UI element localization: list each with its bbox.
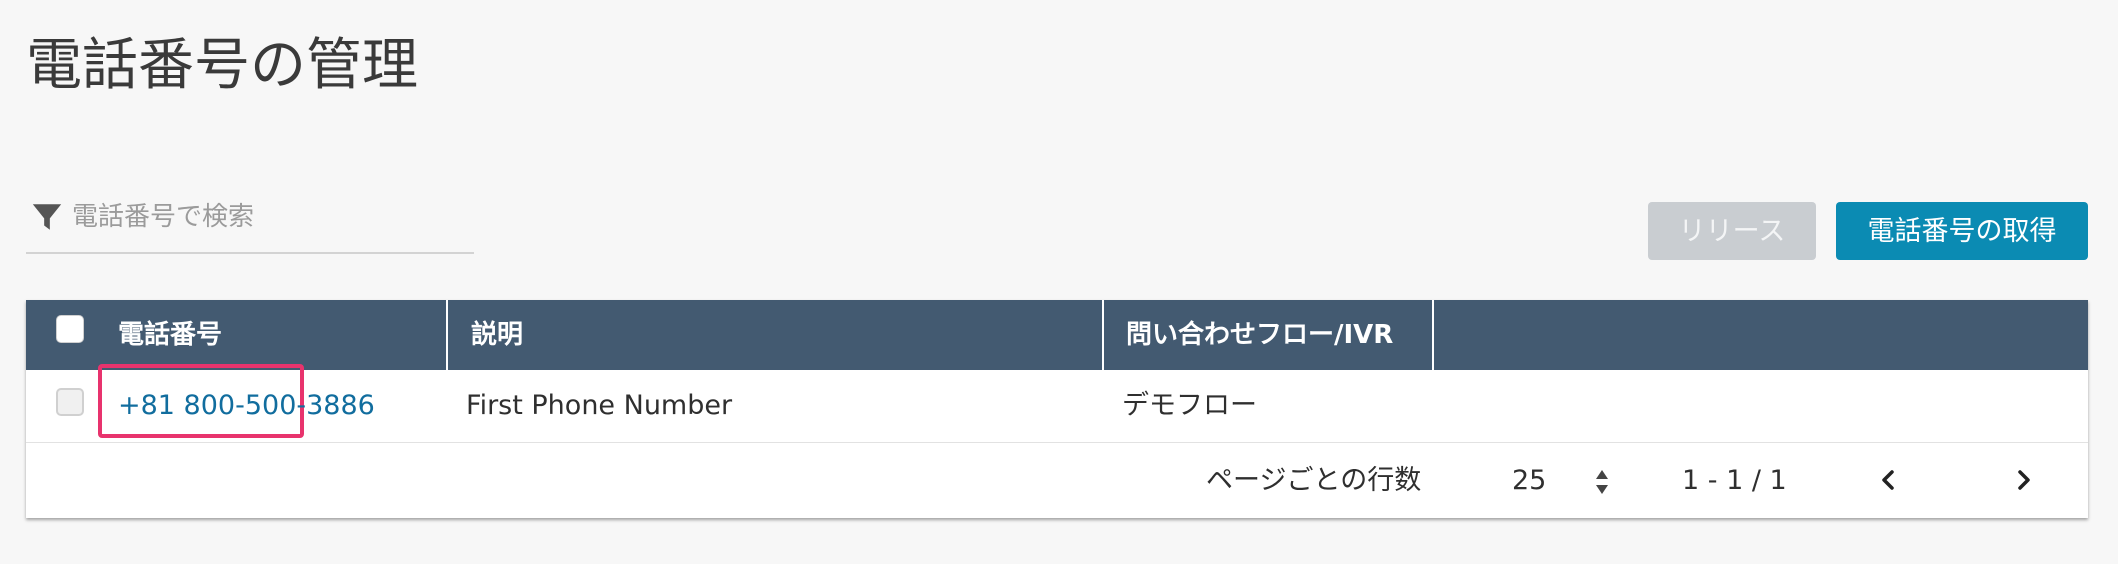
rows-per-page-select[interactable]: 25 — [1512, 443, 1546, 518]
column-divider — [446, 300, 448, 370]
column-divider — [1432, 300, 1434, 370]
select-arrows-icon[interactable] — [1594, 467, 1610, 497]
chevron-left-icon[interactable] — [1874, 465, 1904, 495]
search-input[interactable] — [72, 192, 462, 242]
filter-icon — [32, 204, 62, 230]
table-row: +81 800-500-3886 First Phone Number デモフロ… — [26, 364, 2088, 443]
row-checkbox[interactable] — [56, 388, 84, 416]
phone-number-link[interactable]: +81 800-500-3886 — [118, 390, 375, 421]
rows-per-page-label: ページごとの行数 — [1206, 465, 1422, 496]
select-all-checkbox[interactable] — [56, 315, 84, 343]
column-header-phone[interactable]: 電話番号 — [118, 300, 222, 370]
search-bar — [26, 192, 474, 254]
release-button[interactable]: リリース — [1648, 202, 1816, 260]
column-divider — [1102, 300, 1104, 370]
table-header: 電話番号 説明 問い合わせフロー/IVR — [26, 300, 2088, 370]
pagination-range: 1 - 1 / 1 — [1682, 465, 1787, 496]
phone-numbers-table: 電話番号 説明 問い合わせフロー/IVR +81 800-500-3886 Fi… — [26, 300, 2088, 518]
table-pagination: ページごとの行数 25 1 - 1 / 1 — [26, 443, 2088, 518]
claim-number-button[interactable]: 電話番号の取得 — [1836, 202, 2088, 260]
column-header-flow[interactable]: 問い合わせフロー/IVR — [1126, 300, 1393, 370]
row-flow: デモフロー — [1122, 390, 1257, 421]
page-title: 電話番号の管理 — [26, 33, 418, 98]
column-header-description[interactable]: 説明 — [471, 300, 523, 370]
row-description: First Phone Number — [466, 390, 733, 421]
chevron-right-icon[interactable] — [2008, 465, 2038, 495]
